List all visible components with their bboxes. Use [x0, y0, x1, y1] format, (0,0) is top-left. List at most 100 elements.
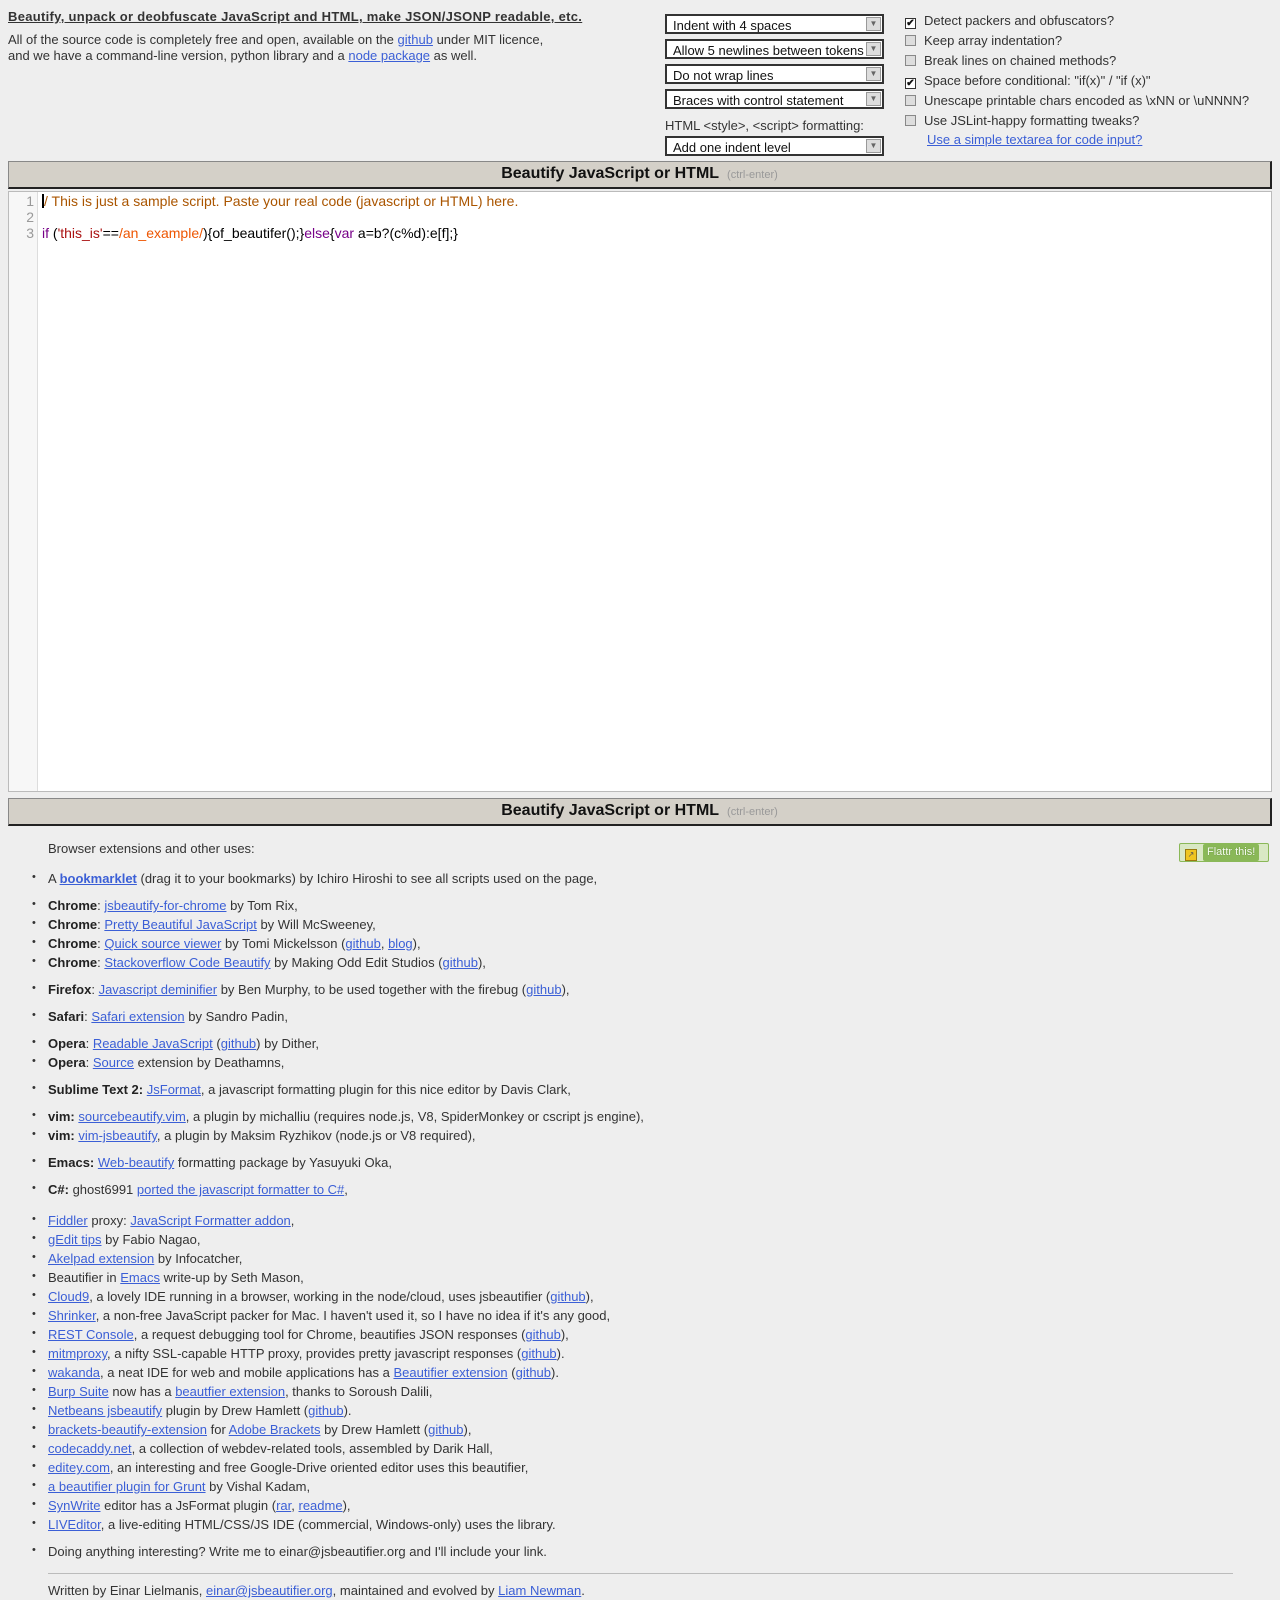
rar-link[interactable]: rar: [276, 1498, 291, 1513]
checkbox-checked-icon[interactable]: ✔: [905, 18, 916, 29]
extension-link[interactable]: Pretty Beautiful JavaScript: [104, 917, 256, 932]
bookmarklet-link[interactable]: bookmarklet: [60, 871, 137, 886]
extension-link[interactable]: sourcebeautify.vim: [78, 1109, 185, 1124]
footer-text: Written by Einar Lielmanis,: [48, 1583, 206, 1598]
github-link[interactable]: github: [525, 1327, 560, 1342]
checkbox-unchecked-icon[interactable]: [905, 115, 916, 126]
list-item: editey.com, an interesting and free Goog…: [32, 1460, 528, 1475]
intro-text-2: under MIT licence,: [432, 32, 544, 47]
shortcut-hint: (ctrl-enter): [727, 806, 778, 818]
extension-link[interactable]: wakanda: [48, 1365, 100, 1380]
braces-select[interactable]: Braces with control statement ▼: [665, 89, 884, 109]
extension-link[interactable]: Web-beautify: [98, 1155, 174, 1170]
code-string: 'this_is': [57, 225, 103, 241]
extension-link[interactable]: editey.com: [48, 1460, 110, 1475]
list-item: A bookmarklet (drag it to your bookmarks…: [32, 871, 597, 886]
checkbox-checked-icon[interactable]: ✔: [905, 78, 916, 89]
extension-link[interactable]: a beautifier plugin for Grunt: [48, 1479, 206, 1494]
braces-select-value: Braces with control statement: [673, 93, 844, 108]
space-before-conditional-checkbox[interactable]: ✔ Space before conditional: "if(x)" / "if…: [905, 74, 1275, 94]
list-item: a beautifier plugin for Grunt by Vishal …: [32, 1479, 310, 1494]
github-link[interactable]: github: [398, 32, 433, 47]
wrap-select[interactable]: Do not wrap lines ▼: [665, 64, 884, 84]
code-text: ){of_beautifer();}: [203, 225, 305, 241]
list-item: Chrome: Pretty Beautiful JavaScript by W…: [32, 917, 376, 932]
code-line: if ('this_is'==/an_example/){of_beautife…: [42, 225, 518, 241]
extension-link[interactable]: Source: [93, 1055, 134, 1070]
indent-select[interactable]: Indent with 4 spaces ▼: [665, 14, 884, 34]
simple-textarea-link[interactable]: Use a simple textarea for code input?: [927, 132, 1142, 147]
node-package-link[interactable]: node package: [348, 48, 430, 63]
extension-link[interactable]: beautfier extension: [175, 1384, 285, 1399]
github-link[interactable]: github: [428, 1422, 463, 1437]
extension-link[interactable]: mitmproxy: [48, 1346, 107, 1361]
github-link[interactable]: github: [526, 982, 561, 997]
extension-link[interactable]: SynWrite: [48, 1498, 101, 1513]
list-item: gEdit tips by Fabio Nagao,: [32, 1232, 200, 1247]
maintainer-link[interactable]: Liam Newman: [498, 1583, 581, 1598]
beautify-button[interactable]: Beautify JavaScript or HTML (ctrl-enter): [8, 161, 1272, 189]
intro-text-4: as well.: [430, 48, 478, 63]
extension-link[interactable]: Readable JavaScript: [93, 1036, 213, 1051]
extension-link[interactable]: LIVEditor: [48, 1517, 101, 1532]
github-link[interactable]: github: [516, 1365, 551, 1380]
github-link[interactable]: github: [308, 1403, 343, 1418]
extension-link[interactable]: gEdit tips: [48, 1232, 101, 1247]
detect-packers-checkbox[interactable]: ✔ Detect packers and obfuscators?: [905, 14, 1275, 34]
list-item: brackets-beautify-extension for Adobe Br…: [32, 1422, 471, 1437]
extension-link[interactable]: Emacs: [120, 1270, 160, 1285]
extension-link[interactable]: brackets-beautify-extension: [48, 1422, 207, 1437]
github-link[interactable]: github: [345, 936, 380, 951]
beautify-button-bottom[interactable]: Beautify JavaScript or HTML (ctrl-enter): [8, 798, 1272, 826]
extension-link[interactable]: codecaddy.net: [48, 1441, 132, 1456]
checkbox-unchecked-icon[interactable]: [905, 35, 916, 46]
checkbox-label: Space before conditional: "if(x)" / "if …: [924, 73, 1151, 88]
extension-link[interactable]: Cloud9: [48, 1289, 89, 1304]
code-line: / This is just a sample script. Paste yo…: [42, 193, 518, 209]
extension-link[interactable]: vim-jsbeautify: [78, 1128, 157, 1143]
code-lines[interactable]: / This is just a sample script. Paste yo…: [42, 193, 518, 241]
extension-link[interactable]: Adobe Brackets: [229, 1422, 321, 1437]
extension-link[interactable]: Fiddler: [48, 1213, 88, 1228]
code-keyword: if: [42, 225, 49, 241]
extension-link[interactable]: Netbeans jsbeautify: [48, 1403, 162, 1418]
extension-link[interactable]: Safari extension: [91, 1009, 184, 1024]
extension-link[interactable]: Quick source viewer: [104, 936, 221, 951]
checkbox-unchecked-icon[interactable]: [905, 95, 916, 106]
code-comment: / This is just a sample script. Paste yo…: [44, 193, 519, 209]
flattr-icon: ↗: [1185, 849, 1197, 861]
extension-link[interactable]: JavaScript Formatter addon: [130, 1213, 290, 1228]
break-chained-methods-checkbox[interactable]: Break lines on chained methods?: [905, 54, 1275, 74]
newlines-select[interactable]: Allow 5 newlines between tokens ▼: [665, 39, 884, 59]
extension-link[interactable]: Javascript deminifier: [99, 982, 218, 997]
chevron-down-icon: ▼: [866, 92, 881, 106]
keep-array-indentation-checkbox[interactable]: Keep array indentation?: [905, 34, 1275, 54]
extension-link[interactable]: ported the javascript formatter to C#: [137, 1182, 344, 1197]
github-link[interactable]: github: [550, 1289, 585, 1304]
extension-link[interactable]: jsbeautify-for-chrome: [104, 898, 226, 913]
extension-link[interactable]: Shrinker: [48, 1308, 96, 1323]
extension-link[interactable]: Burp Suite: [48, 1384, 109, 1399]
extension-link[interactable]: Beautifier extension: [393, 1365, 507, 1380]
github-link[interactable]: github: [221, 1036, 256, 1051]
flattr-button[interactable]: ↗ Flattr this!: [1179, 843, 1269, 862]
email-link[interactable]: einar@jsbeautifier.org: [206, 1583, 333, 1598]
list-item: REST Console, a request debugging tool f…: [32, 1327, 569, 1342]
extension-link[interactable]: Stackoverflow Code Beautify: [104, 955, 270, 970]
unescape-strings-checkbox[interactable]: Unescape printable chars encoded as \xNN…: [905, 94, 1275, 114]
blog-link[interactable]: blog: [388, 936, 413, 951]
html-indent-select[interactable]: Add one indent level ▼: [665, 136, 884, 156]
code-text: ==: [102, 225, 119, 241]
readme-link[interactable]: readme: [298, 1498, 342, 1513]
list-item: Firefox: Javascript deminifier by Ben Mu…: [32, 982, 570, 997]
extension-link[interactable]: REST Console: [48, 1327, 134, 1342]
code-editor[interactable]: 1 2 3 / This is just a sample script. Pa…: [8, 191, 1272, 792]
github-link[interactable]: github: [443, 955, 478, 970]
page-title: Beautify, unpack or deobfuscate JavaScri…: [8, 9, 583, 24]
beautify-button-label: Beautify JavaScript or HTML: [501, 165, 720, 182]
extension-link[interactable]: JsFormat: [147, 1082, 201, 1097]
extension-link[interactable]: Akelpad extension: [48, 1251, 154, 1266]
jslint-happy-checkbox[interactable]: Use JSLint-happy formatting tweaks?: [905, 114, 1275, 134]
github-link[interactable]: github: [521, 1346, 556, 1361]
checkbox-unchecked-icon[interactable]: [905, 55, 916, 66]
